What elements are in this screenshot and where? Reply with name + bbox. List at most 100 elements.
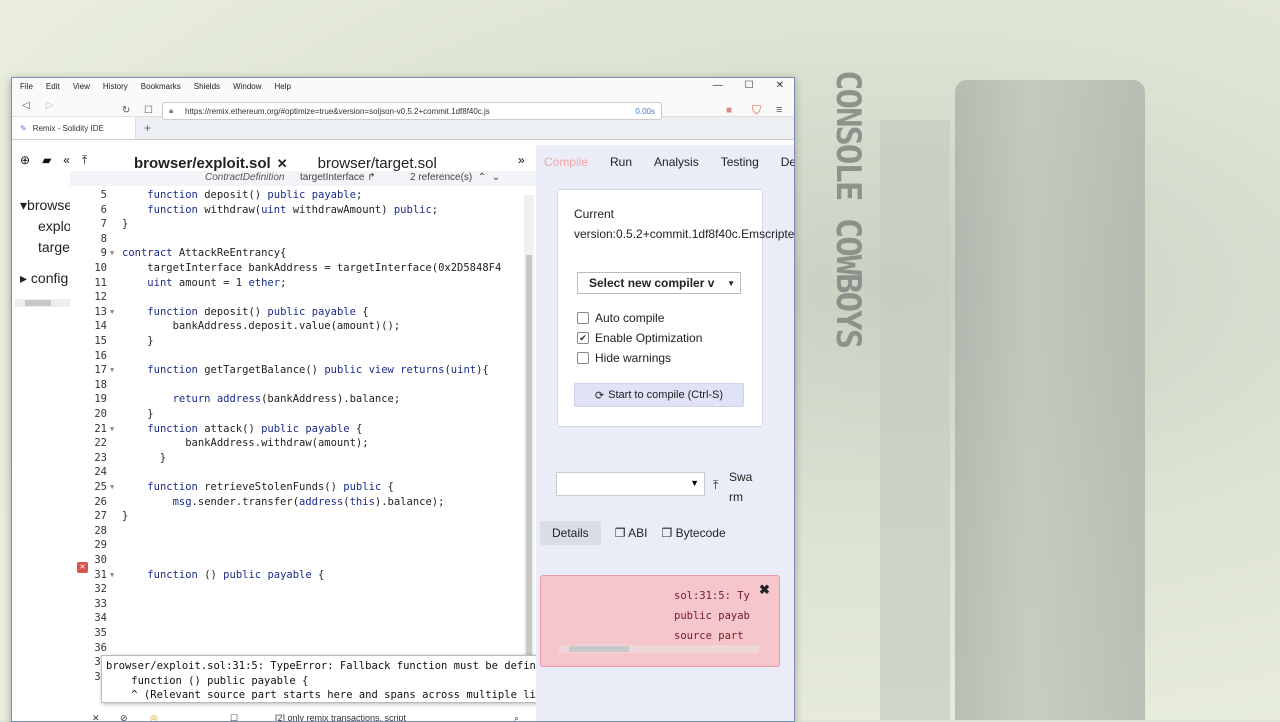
code-text: function getTargetBalance() public view … [147,364,489,377]
hamburger-menu-icon[interactable]: ≡ [776,104,782,116]
chevron-down-icon: ▼ [727,278,735,288]
listen-checkbox[interactable]: ☐ [230,713,238,721]
tab-analysis[interactable]: Analysis [654,155,699,169]
tab-target-sol[interactable]: browser/target.sol [318,155,437,172]
menu-help[interactable]: Help [275,82,291,91]
auto-compile-checkbox[interactable] [577,312,589,324]
compile-error-panel: sol:31:5: Ty public payab source part ✖ [540,575,780,667]
tree-item-target[interactable]: target [20,237,75,258]
menu-edit[interactable]: Edit [46,82,60,91]
enable-optimization-checkbox[interactable]: ✔ [577,332,589,344]
line-number: 22 [94,437,107,450]
brave-shield-icon[interactable]: ⛉ [752,103,761,118]
url-bar[interactable]: 🔒︎ https://remix.ethereum.org/#optimize=… [162,102,662,120]
pending-icon[interactable]: ◎ [150,713,158,721]
code-text: function deposit() public payable { [147,305,369,318]
menu-window[interactable]: Window [233,82,261,91]
panel-tabs: Compile Run Analysis Testing De [544,155,794,169]
tab-run[interactable]: Run [610,155,632,169]
code-text: } [122,510,129,523]
fold-toggle-icon[interactable]: ▼ [110,363,114,378]
line-number: 24 [94,466,107,479]
bookmark-icon[interactable]: ☐ [144,105,153,116]
goto-definition-icon[interactable]: ↱ [367,172,375,183]
hide-warnings-checkbox[interactable] [577,352,589,364]
menu-view[interactable]: View [73,82,90,91]
new-tab-button[interactable]: + [144,121,151,135]
clear-terminal-icon[interactable]: ✕ [92,713,100,721]
close-window-button[interactable]: ✕ [776,80,784,91]
close-icon[interactable]: ✖ [759,582,770,598]
menu-shields[interactable]: Shields [194,82,220,91]
tab-compile[interactable]: Compile [544,155,588,169]
fold-toggle-icon[interactable]: ▼ [110,305,114,320]
browser-window: File Edit View History Bookmarks Shields Windo… [11,77,795,722]
terminal-search-icon[interactable]: ⌕ [514,713,519,721]
line-number: 33 [94,597,107,610]
code-editor[interactable]: ContractDefinition targetInterface ↱ 2 r… [70,171,536,711]
tree-item-browser[interactable]: ▾browse [20,195,75,216]
back-icon[interactable]: ◁ [22,100,30,111]
line-number: 11 [94,276,107,289]
tab-testing[interactable]: Testing [721,155,759,169]
fold-toggle-icon[interactable]: ▼ [110,480,114,495]
prev-ref-icon[interactable]: ⌃ [478,172,486,183]
explorer-scrollbar[interactable] [15,299,71,307]
forward-icon[interactable]: ▷ [46,100,54,111]
bytecode-button[interactable]: ❐ Bytecode [661,526,725,540]
tree-item-exploit[interactable]: exploi [20,216,75,237]
compiler-select[interactable]: Select new compiler v ▼ [577,272,741,294]
ref-kind: ContractDefinition [205,172,285,183]
compiler-card: Current version:0.5.2+commit.1df8f40c.Em… [557,189,794,427]
close-tab-icon[interactable]: ✕ [277,156,288,171]
auto-compile-option[interactable]: Auto compile [577,311,664,325]
menu-history[interactable]: History [103,82,128,91]
abi-button[interactable]: ❐ ABI [615,526,648,540]
next-ref-icon[interactable]: ⌄ [492,172,500,183]
file-explorer: ▾browse exploi target ▸ config [20,195,75,289]
tab-exploit-sol[interactable]: browser/exploit.sol ✕ [134,155,288,172]
maximize-button[interactable]: ☐ [745,80,754,91]
line-number: 12 [94,291,107,304]
window-controls: — ☐ ✕ [713,80,784,91]
tree-item-config[interactable]: ▸ config [20,268,75,289]
line-number: 29 [94,539,107,552]
menu-bar: File Edit View History Bookmarks Shields Windo… [12,78,794,94]
tab-bar: ✎ Remix - Solidity IDE + [12,117,794,140]
tab-debugger[interactable]: De [781,155,794,169]
fold-toggle-icon[interactable]: ▼ [110,422,114,437]
reload-icon[interactable]: ↻ [122,105,130,116]
enable-optimization-option[interactable]: ✔ Enable Optimization [577,331,702,345]
minimize-button[interactable]: — [713,80,723,91]
line-number: 28 [94,524,107,537]
right-panel: Compile Run Analysis Testing De Current … [536,145,794,721]
file-toolbar: ⊕ ▰ « ⤒ [20,153,87,168]
stop-icon[interactable]: ⊘ [120,713,128,721]
code-text: } [122,335,154,347]
line-number: 13 [94,305,107,318]
compile-button[interactable]: ⟳ Start to compile (Ctrl-S) [574,383,744,407]
editor-vertical-scrollbar[interactable] [524,195,534,665]
browser-tab[interactable]: ✎ Remix - Solidity IDE [12,117,136,139]
remix-favicon-icon: ✎ [20,123,27,133]
fold-toggle-icon[interactable]: ▼ [110,246,114,261]
create-file-icon[interactable]: ⊕ [20,153,30,168]
code-text: function () public payable { [147,568,325,581]
line-number: 16 [94,349,107,362]
collapse-left-icon[interactable]: « [63,153,70,168]
menu-bookmarks[interactable]: Bookmarks [141,82,181,91]
details-button[interactable]: Details [540,521,601,545]
error-scrollbar[interactable] [559,645,759,653]
contract-select[interactable]: ▼ [556,472,705,496]
hide-warnings-option[interactable]: Hide warnings [577,351,671,365]
error-marker-icon[interactable]: ✕ [77,562,88,573]
upload-icon[interactable]: ⤒ [82,153,87,168]
fold-toggle-icon[interactable]: ▼ [110,568,114,583]
menu-file[interactable]: File [20,82,33,91]
line-number: 6 [100,203,107,216]
open-folder-icon[interactable]: ▰ [42,153,51,168]
extension-icon[interactable]: ■ [726,105,732,116]
tabs-scroll-right-icon[interactable]: » [518,153,525,167]
transactions-select[interactable]: [2] only remix transactions, script [275,713,406,721]
tab-title: Remix - Solidity IDE [32,123,104,133]
